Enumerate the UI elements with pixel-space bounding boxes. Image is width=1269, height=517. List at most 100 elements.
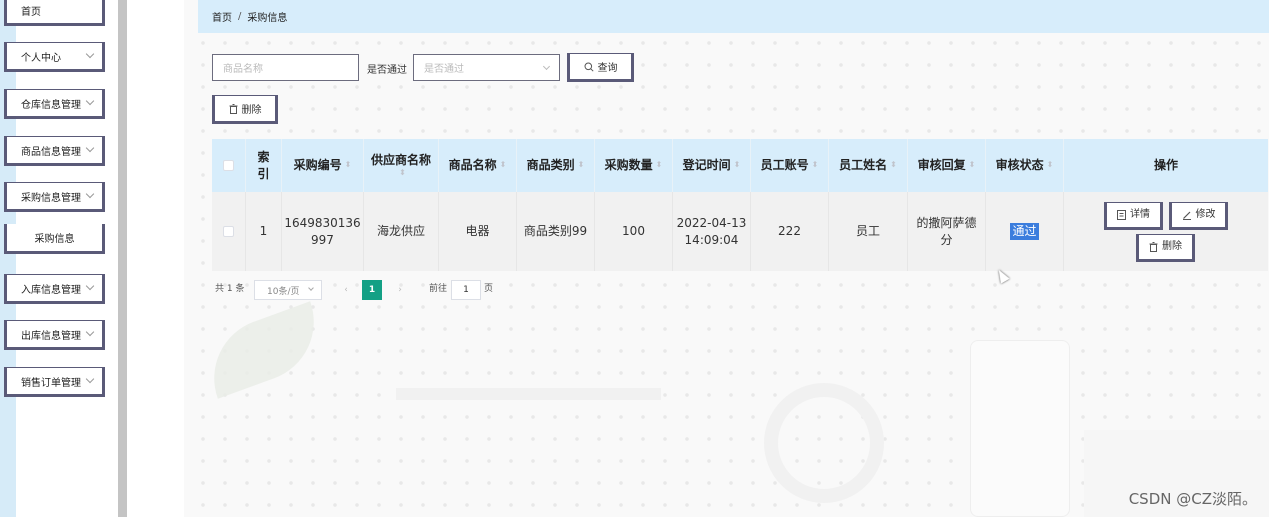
query-button[interactable]: 查询 [567, 53, 634, 82]
trash-icon [1149, 242, 1158, 252]
header-label: 商品名称 [448, 158, 497, 173]
breadcrumb-current: 采购信息 [247, 13, 288, 24]
chevron-down-icon [85, 143, 95, 153]
sort-icon: ⬍ [655, 160, 663, 170]
background-ring [764, 383, 884, 503]
header-category[interactable]: 商品类别 ⬍ [517, 139, 595, 192]
background-plant [197, 301, 331, 399]
sidebar-strip [0, 0, 16, 517]
passed-select[interactable]: 是否通过 [413, 54, 560, 81]
chevron-down-icon [85, 189, 95, 199]
chevron-down-icon [85, 327, 95, 337]
passed-select-placeholder: 是否通过 [424, 64, 464, 75]
header-label: 供应商名称 [370, 153, 431, 167]
header-quantity[interactable]: 采购数量 ⬍ [595, 139, 673, 192]
sidebar-item-product[interactable]: 商品信息管理 [4, 136, 105, 166]
header-label: 员工账号 [760, 158, 809, 173]
product-name-input[interactable]: 商品名称 [212, 54, 359, 81]
sidebar-item-label: 入库信息管理 [21, 284, 81, 296]
chevron-down-icon [85, 281, 95, 291]
header-label: 审核回复 [917, 158, 966, 173]
cell-actions: 详情 修改 删除 [1064, 192, 1268, 271]
sort-icon: ⬍ [399, 168, 406, 178]
status-badge: 通过 [1010, 223, 1039, 240]
cell-reg-time: 2022-04-13 14:09:04 [673, 192, 751, 271]
chevron-down-icon [85, 374, 95, 384]
prev-page-button[interactable]: ‹ [336, 280, 356, 300]
sidebar-item-label: 采购信息 [34, 234, 75, 245]
batch-delete-button[interactable]: 删除 [212, 95, 278, 124]
cell-quantity: 100 [595, 192, 673, 271]
cell-product-name: 电器 [439, 192, 517, 271]
batch-delete-label: 删除 [241, 105, 262, 116]
next-page-button[interactable]: › [390, 280, 410, 300]
header-index: 索 引 [246, 139, 282, 192]
cell-supplier: 海龙供应 [364, 192, 439, 271]
header-actions: 操作 [1153, 158, 1178, 173]
header-label: 采购编号 [293, 158, 342, 173]
passed-label: 是否通过 [367, 65, 407, 76]
sidebar-item-label: 商品信息管理 [21, 146, 81, 158]
breadcrumb-separator: / [238, 11, 242, 22]
header-review-reply[interactable]: 审核回复 ⬍ [908, 139, 986, 192]
sidebar-item-outbound[interactable]: 出库信息管理 [4, 320, 105, 350]
sidebar-scrollbar[interactable] [118, 0, 127, 517]
sidebar-item-purchase-mgmt[interactable]: 采购信息管理 [4, 182, 105, 212]
goto-label: 前往 [429, 284, 448, 294]
header-label: 商品类别 [526, 158, 575, 173]
page-size-select[interactable]: 10条/页 [254, 280, 322, 300]
sidebar-item-label: 采购信息管理 [21, 192, 81, 204]
header-label: 员工姓名 [839, 158, 888, 173]
sort-icon: ⬍ [811, 160, 819, 170]
header-supplier[interactable]: 供应商名称 ⬍ [364, 139, 439, 192]
detail-button[interactable]: 详情 [1104, 202, 1163, 230]
cell-review-status: 通过 [986, 192, 1064, 271]
row-delete-label: 删除 [1162, 241, 1182, 253]
sidebar-item-label: 首页 [21, 6, 41, 18]
cell-purchase-no: 1649830136 997 [282, 192, 364, 271]
detail-button-label: 详情 [1130, 209, 1150, 221]
watermark: CSDN @CZ淡陌。 [1128, 490, 1257, 508]
pagination-total: 共 1 条 [215, 284, 245, 294]
header-emp-name[interactable]: 员工姓名 ⬍ [829, 139, 908, 192]
sidebar-item-warehouse[interactable]: 仓库信息管理 [4, 89, 105, 119]
goto-page-input[interactable]: 1 [451, 280, 481, 300]
row-checkbox[interactable] [223, 226, 234, 237]
header-product-name[interactable]: 商品名称 ⬍ [439, 139, 517, 192]
select-all-checkbox[interactable] [223, 160, 234, 171]
cell-emp-name: 员工 [829, 192, 908, 271]
page-number[interactable]: 1 [362, 280, 382, 300]
edit-icon [1182, 211, 1191, 220]
header-emp-account[interactable]: 员工账号 ⬍ [751, 139, 829, 192]
cell-review-reply: 的撒阿萨德 分 [908, 192, 986, 271]
page-size-value: 10条/页 [267, 286, 300, 297]
chevron-down-icon [542, 62, 551, 71]
background-shelf [396, 388, 661, 400]
cell-index: 1 [246, 192, 282, 271]
header-label: 审核状态 [995, 158, 1044, 173]
header-reg-time[interactable]: 登记时间 ⬍ [673, 139, 751, 192]
sort-icon: ⬍ [968, 160, 976, 170]
chevron-down-icon [308, 285, 314, 291]
search-icon [584, 62, 594, 72]
breadcrumb: 首页 / 采购信息 [198, 0, 1269, 33]
sort-icon: ⬍ [1046, 160, 1054, 170]
header-purchase-no[interactable]: 采购编号 ⬍ [282, 139, 364, 192]
cell-category: 商品类别99 [517, 192, 595, 271]
sidebar-item-label: 销售订单管理 [21, 377, 81, 389]
sort-icon: ⬍ [499, 160, 507, 170]
row-delete-button[interactable]: 删除 [1136, 234, 1195, 262]
sidebar-item-personal-center[interactable]: 个人中心 [4, 42, 105, 72]
sort-icon: ⬍ [733, 160, 741, 170]
header-label: 采购数量 [604, 158, 653, 173]
chevron-down-icon [85, 96, 95, 106]
edit-button[interactable]: 修改 [1169, 202, 1228, 230]
sidebar-item-inbound[interactable]: 入库信息管理 [4, 274, 105, 304]
background-cylinder [970, 340, 1070, 517]
sidebar-item-sales[interactable]: 销售订单管理 [4, 367, 105, 397]
sidebar-item-home[interactable]: 首页 [4, 0, 105, 26]
breadcrumb-home[interactable]: 首页 [212, 9, 232, 24]
header-review-status[interactable]: 审核状态 ⬍ [986, 139, 1064, 192]
sidebar-subitem-purchase-info[interactable]: 采购信息 [4, 224, 105, 254]
header-label: 登记时间 [682, 158, 731, 173]
